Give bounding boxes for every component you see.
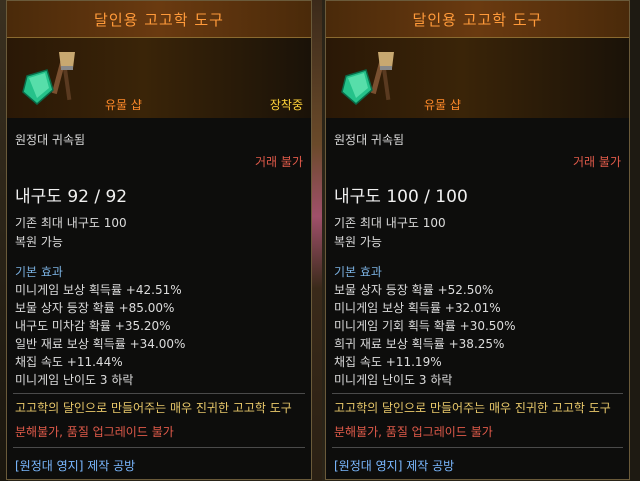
- tooltip-header: 달인용 고고학 도구: [7, 1, 311, 38]
- bound-status: 원정대 귀속됨: [334, 133, 405, 147]
- durability: 내구도 100 / 100: [334, 187, 468, 207]
- effect-line: 미니게임 보상 획득률 +42.51%: [15, 283, 182, 297]
- background-middle: [312, 0, 322, 481]
- effect-line: 미니게임 기회 획득 확률 +30.50%: [334, 319, 516, 333]
- max-durability: 기존 최대 내구도 100: [15, 216, 127, 230]
- crafting-location: [원정대 영지] 제작 공방: [334, 459, 455, 473]
- background-right: [630, 0, 640, 481]
- max-durability: 기존 최대 내구도 100: [334, 216, 446, 230]
- item-hero: 유물 샵 장착중: [7, 38, 311, 118]
- item-hero: 유물 샵: [326, 38, 629, 118]
- bound-status: 원정대 귀속됨: [15, 133, 86, 147]
- divider: [13, 393, 305, 394]
- item-tooltip-equipped: 달인용 고고학 도구 유물 샵 장착중 원정대 귀속됨 거래 불가 내구도 92…: [6, 0, 312, 480]
- effect-line: 미니게임 난이도 3 하락: [334, 373, 453, 387]
- effect-line: 내구도 미차감 확률 +35.20%: [15, 319, 171, 333]
- item-tooltip-compare: 달인용 고고학 도구 유물 샵 원정대 귀속됨 거래 불가 내구도 100 / …: [325, 0, 630, 480]
- basic-effect-title: 기본 효과: [15, 265, 63, 279]
- divider: [332, 393, 623, 394]
- effect-line: 채집 속도 +11.19%: [334, 355, 442, 369]
- tooltip-header: 달인용 고고학 도구: [326, 1, 629, 38]
- item-description: 고고학의 달인으로 만들어주는 매우 진귀한 고고학 도구: [334, 401, 611, 415]
- item-title: 달인용 고고학 도구: [412, 11, 543, 29]
- restorable: 복원 가능: [334, 235, 382, 249]
- restriction-text: 분해불가, 품질 업그레이드 불가: [15, 425, 174, 439]
- shovel-brush-icon: [22, 52, 75, 105]
- shovel-brush-icon: [341, 52, 394, 105]
- item-grade: 유물 샵: [105, 98, 142, 112]
- divider: [13, 447, 305, 448]
- equipped-label: 장착중: [269, 98, 303, 112]
- trade-status: 거래 불가: [573, 155, 621, 169]
- item-title: 달인용 고고학 도구: [94, 11, 224, 29]
- crafting-location: [원정대 영지] 제작 공방: [15, 459, 136, 473]
- effect-line: 일반 재료 보상 획득률 +34.00%: [15, 337, 186, 351]
- basic-effect-title: 기본 효과: [334, 265, 382, 279]
- effect-line: 보물 상자 등장 확률 +52.50%: [334, 283, 494, 297]
- effect-line: 보물 상자 등장 확률 +85.00%: [15, 301, 175, 315]
- item-grade: 유물 샵: [424, 98, 461, 112]
- restorable: 복원 가능: [15, 235, 63, 249]
- divider: [332, 447, 623, 448]
- trade-status: 거래 불가: [255, 155, 303, 169]
- durability: 내구도 92 / 92: [15, 187, 128, 207]
- effect-line: 미니게임 보상 획득률 +32.01%: [334, 301, 501, 315]
- item-description: 고고학의 달인으로 만들어주는 매우 진귀한 고고학 도구: [15, 401, 292, 415]
- effect-line: 희귀 재료 보상 획득률 +38.25%: [334, 337, 505, 351]
- effect-line: 채집 속도 +11.44%: [15, 355, 123, 369]
- restriction-text: 분해불가, 품질 업그레이드 불가: [334, 425, 493, 439]
- effect-line: 미니게임 난이도 3 하락: [15, 373, 134, 387]
